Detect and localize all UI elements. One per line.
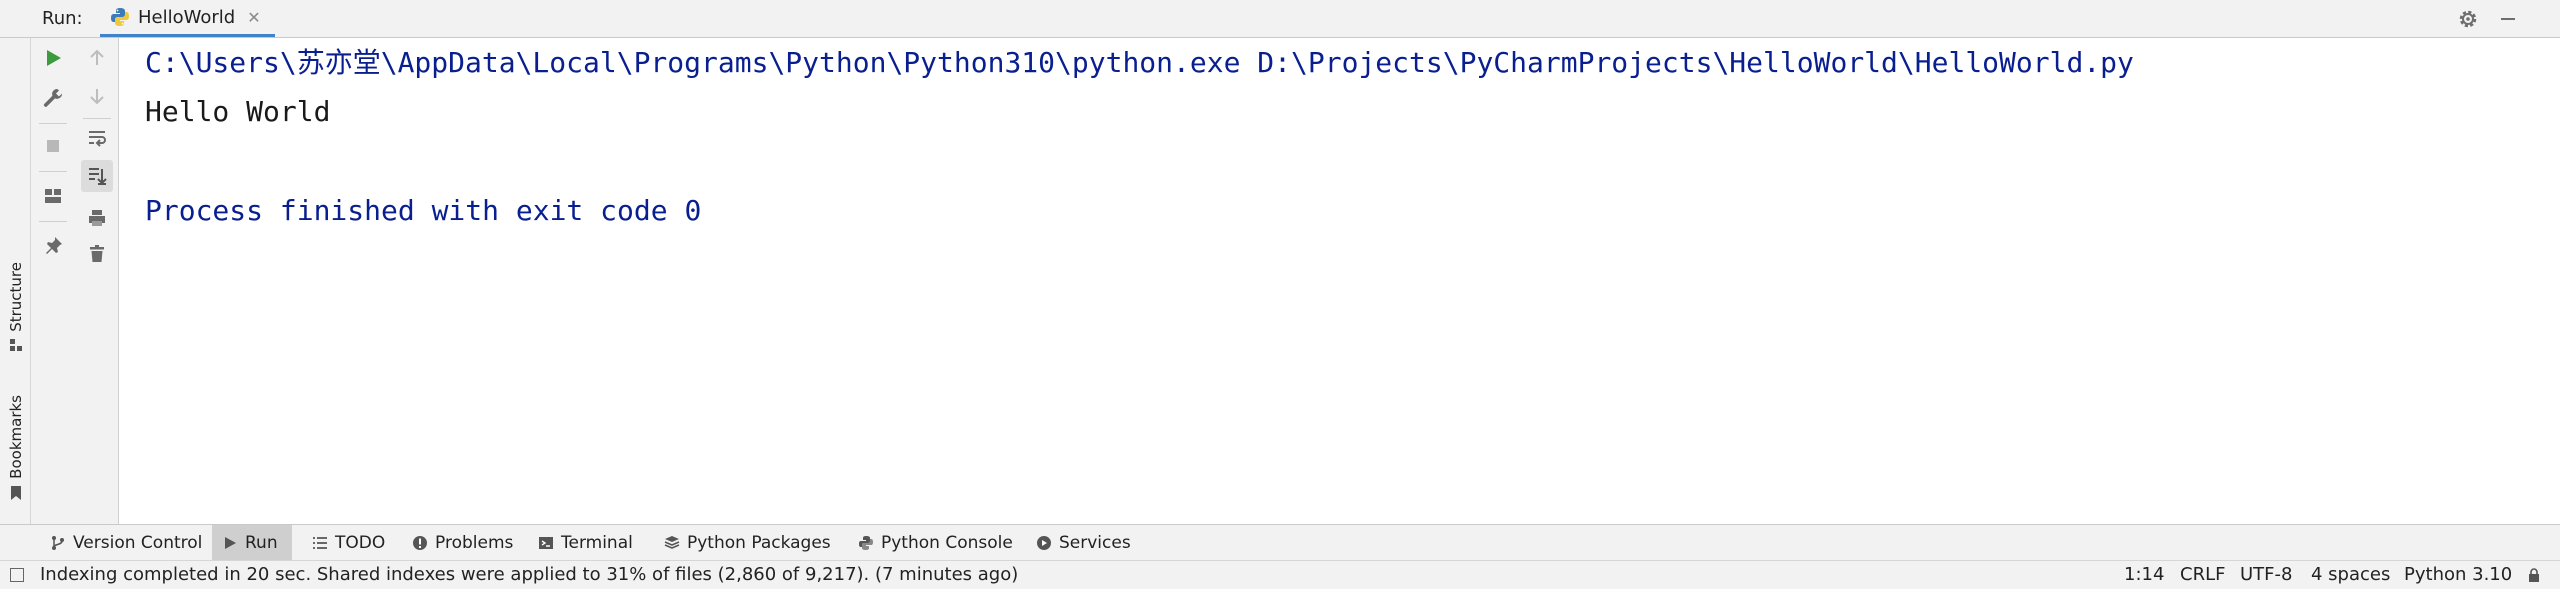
tool-window-terminal[interactable]: Terminal (528, 525, 643, 560)
run-panel-header: Run: HelloWorld ✕ (0, 0, 2560, 38)
console-output-line: Hello World (145, 95, 331, 128)
pin-icon (46, 237, 62, 254)
tool-window-label: Services (1059, 532, 1131, 553)
minimize-icon[interactable] (2496, 7, 2520, 31)
arrow-down-icon (90, 89, 104, 105)
file-encoding-widget[interactable]: UTF-8 (2240, 564, 2292, 585)
run-toolbar-secondary (75, 38, 119, 524)
tool-window-problems[interactable]: Problems (402, 525, 523, 560)
tool-window-bar: Version Control Run TODO Problems Termin… (0, 524, 2560, 560)
scroll-up-button[interactable] (85, 46, 109, 70)
toolbar-divider (39, 171, 67, 172)
tool-window-python-console[interactable]: Python Console (848, 525, 1023, 560)
interpreter-widget[interactable]: Python 3.10 (2404, 564, 2512, 585)
run-toolbar-primary (31, 38, 75, 524)
python-console-icon (859, 535, 873, 550)
edit-configuration-button[interactable] (41, 86, 65, 110)
lock-icon[interactable] (2526, 567, 2542, 583)
tool-window-label: Problems (435, 532, 514, 553)
status-bar: Indexing completed in 20 sec. Shared ind… (0, 560, 2560, 589)
python-file-icon (111, 8, 129, 26)
bookmark-icon (10, 485, 21, 500)
pin-tab-button[interactable] (41, 234, 65, 258)
bookmarks-tab-label: Bookmarks (6, 395, 25, 479)
bookmarks-tool-tab[interactable]: Bookmarks (0, 395, 31, 501)
stop-icon (47, 140, 59, 152)
status-message[interactable]: Indexing completed in 20 sec. Shared ind… (40, 564, 1018, 585)
branch-icon (52, 535, 64, 550)
wrench-icon (43, 89, 63, 107)
packages-icon (664, 535, 680, 549)
run-icon (225, 536, 236, 549)
run-panel-label: Run: (42, 8, 83, 29)
console-command-line: C:\Users\苏亦堂\AppData\Local\Programs\Pyth… (145, 46, 2134, 79)
run-console-output[interactable]: C:\Users\苏亦堂\AppData\Local\Programs\Pyth… (119, 38, 2560, 524)
soft-wrap-icon (89, 131, 106, 147)
close-icon[interactable]: ✕ (247, 8, 260, 27)
tool-window-label: Run (245, 532, 278, 553)
toolbar-divider (83, 118, 111, 119)
clear-all-button[interactable] (85, 242, 109, 266)
tool-window-label: Python Console (881, 532, 1013, 553)
toggle-tool-windows-icon[interactable] (10, 568, 24, 582)
layout-icon (45, 189, 61, 203)
caret-position[interactable]: 1:14 (2124, 564, 2164, 585)
gear-icon[interactable] (2456, 7, 2480, 31)
tool-window-label: TODO (335, 532, 386, 553)
tool-window-services[interactable]: Services (1026, 525, 1141, 560)
run-tab-label: HelloWorld (138, 6, 236, 28)
print-button[interactable] (85, 206, 109, 230)
tool-window-label: Python Packages (687, 532, 831, 553)
trash-icon (90, 245, 104, 262)
services-icon (1037, 535, 1051, 550)
structure-icon (9, 338, 22, 351)
tool-window-label: Version Control (73, 532, 203, 553)
scroll-to-end-icon (89, 168, 107, 185)
run-tab-helloworld[interactable]: HelloWorld ✕ (100, 0, 275, 37)
problems-icon (413, 535, 427, 550)
scroll-to-end-button[interactable] (81, 160, 113, 192)
arrow-up-icon (90, 49, 104, 65)
rerun-button[interactable] (41, 46, 65, 70)
indent-widget[interactable]: 4 spaces (2311, 564, 2390, 585)
toolbar-divider (39, 221, 67, 222)
scroll-down-button[interactable] (85, 84, 109, 108)
console-exit-line: Process finished with exit code 0 (145, 194, 702, 227)
tool-window-python-packages[interactable]: Python Packages (654, 525, 841, 560)
list-icon (313, 536, 327, 549)
line-separator-widget[interactable]: CRLF (2180, 564, 2225, 585)
stop-button[interactable] (41, 134, 65, 158)
run-icon (47, 50, 61, 66)
tool-window-label: Terminal (561, 532, 633, 553)
tool-window-todo[interactable]: TODO (302, 525, 395, 560)
tool-window-version-control[interactable]: Version Control (40, 525, 212, 560)
structure-tool-tab[interactable]: Structure (0, 262, 31, 352)
terminal-icon (539, 536, 553, 549)
soft-wrap-button[interactable] (85, 126, 109, 150)
toolbar-divider (39, 123, 67, 124)
print-icon (89, 210, 105, 226)
layout-button[interactable] (41, 184, 65, 208)
structure-tab-label: Structure (6, 262, 25, 332)
left-tool-stripe: Structure Bookmarks (0, 38, 31, 524)
tool-window-run[interactable]: Run (212, 525, 292, 560)
